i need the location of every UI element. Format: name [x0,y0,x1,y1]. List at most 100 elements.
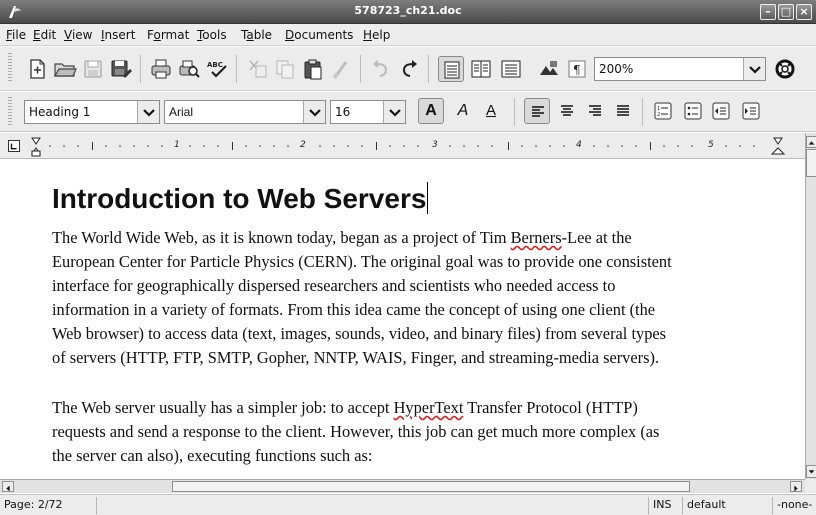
two-page-view-icon[interactable] [468,56,494,82]
chevron-down-icon[interactable] [383,101,405,123]
horizontal-scroll-thumb[interactable] [172,481,690,492]
scroll-left-icon[interactable] [2,481,14,492]
toolbar-grip[interactable] [8,97,12,127]
text-run: -Lee at the [561,228,632,247]
text-line: requests and send a response to the clie… [52,422,660,441]
menu-mnemonic: D [285,28,295,42]
align-right-icon[interactable] [582,98,608,124]
toolbar-separator [360,55,361,83]
menu-tools[interactable]: Tools [197,28,227,42]
text-line: the server can also), executing function… [52,446,373,465]
toolbar-separator [428,55,429,83]
text-cursor [427,182,429,214]
menu-file[interactable]: File [6,28,26,42]
menu-documents[interactable]: Documents [285,28,353,42]
align-center-icon[interactable] [554,98,580,124]
heading-text: Introduction to Web Servers [52,183,427,214]
cut-icon[interactable] [244,56,270,82]
scroll-up-icon[interactable] [806,136,816,148]
svg-text:¶: ¶ [573,63,581,77]
formatting-toolbar: Heading 1 Arial 16 A A A 12 [0,92,816,132]
format-paintbrush-icon[interactable] [328,56,354,82]
spelling-error[interactable]: HyperText [394,398,464,417]
decrease-indent-icon[interactable] [708,98,734,124]
vertical-scroll-thumb[interactable] [806,149,816,177]
save-as-icon[interactable] [108,56,134,82]
scroll-down-icon[interactable] [806,465,816,478]
copy-icon[interactable] [272,56,298,82]
italic-button[interactable]: A [450,98,476,124]
font-family-value: Arial [169,105,194,119]
print-icon[interactable] [148,56,174,82]
scrollbar-corner [805,479,816,493]
ruler-bar: 1 2 3 4 5 [0,133,816,159]
ruler[interactable]: 1 2 3 4 5 [14,135,802,157]
menu-edit[interactable]: Edit [33,28,56,42]
text-run: The World Wide Web, as it is known today… [52,228,511,247]
save-icon[interactable] [80,56,106,82]
svg-text:ABC: ABC [207,61,223,69]
paste-icon[interactable] [300,56,326,82]
font-family-select[interactable]: Arial [164,100,326,124]
insert-mode-indicator[interactable]: INS [648,497,682,514]
font-size-value: 16 [335,105,351,119]
menu-format[interactable]: Format [147,28,189,42]
bulleted-list-icon[interactable] [680,98,706,124]
open-folder-icon[interactable] [52,56,78,82]
chevron-down-icon[interactable] [137,101,159,123]
document-canvas[interactable]: Introduction to Web Servers The World Wi… [0,160,805,479]
menu-view[interactable]: View [64,28,92,42]
menu-mnemonic: V [64,28,72,42]
page-indicator: Page: 2/72 [4,498,63,511]
zoom-value: 200% [599,62,634,76]
font-size-select[interactable]: 16 [330,100,406,124]
menu-mnemonic: E [33,28,41,42]
zoom-select[interactable]: 200% [594,57,766,81]
insert-object-icon[interactable] [536,56,562,82]
close-button[interactable]: × [796,4,812,20]
menu-mnemonic: F [6,28,13,42]
paragraph-style-select[interactable]: Heading 1 [24,100,160,124]
language-indicator[interactable]: default [682,497,772,514]
increase-indent-icon[interactable] [738,98,764,124]
web-layout-icon[interactable] [498,56,524,82]
toolbar-separator [642,98,643,126]
standard-toolbar: ABC ¶ 200% [0,47,816,91]
show-formatting-icon[interactable]: ¶ [564,56,590,82]
menu-table[interactable]: Table [241,28,272,42]
align-justify-icon[interactable] [610,98,636,124]
paragraph-2: The Web server usually has a simpler job… [52,396,780,468]
toolbar-separator [514,98,515,126]
bold-button[interactable]: A [418,98,444,124]
scroll-right-icon[interactable] [790,481,802,492]
text-run: Transfer Protocol (HTTP) [463,398,638,417]
paragraph-style-value: Heading 1 [29,105,91,119]
menu-insert[interactable]: Insert [101,28,135,42]
redo-icon[interactable] [396,56,422,82]
numbered-list-icon[interactable]: 12 [650,98,676,124]
chevron-down-icon[interactable] [303,101,325,123]
text-line: The Web server usually has a simpler job… [52,396,780,420]
normal-view-icon[interactable] [438,56,464,82]
underline-button[interactable]: A [478,98,504,124]
text-run: The Web server usually has a simpler job… [52,398,394,417]
menu-bar: File Edit View Insert Format Tools Table… [0,24,816,46]
toolbar-grip[interactable] [8,53,12,83]
vertical-scrollbar[interactable] [805,133,816,479]
help-lifebuoy-icon[interactable] [772,56,798,82]
maximize-button[interactable]: □ [778,4,794,20]
text-line: The World Wide Web, as it is known today… [52,226,780,250]
align-left-icon[interactable] [524,98,550,124]
menu-mnemonic: I [101,28,105,42]
new-document-icon[interactable] [24,56,50,82]
minimize-button[interactable]: – [760,4,776,20]
spell-check-icon[interactable]: ABC [204,56,230,82]
ruler-number: 4 [576,140,582,150]
ruler-number: 5 [708,140,714,150]
spelling-error[interactable]: Berners [511,228,562,247]
horizontal-scrollbar[interactable] [0,479,805,493]
menu-help[interactable]: Help [363,28,390,42]
undo-icon[interactable] [368,56,394,82]
print-preview-icon[interactable] [176,56,202,82]
chevron-down-icon[interactable] [743,58,765,80]
